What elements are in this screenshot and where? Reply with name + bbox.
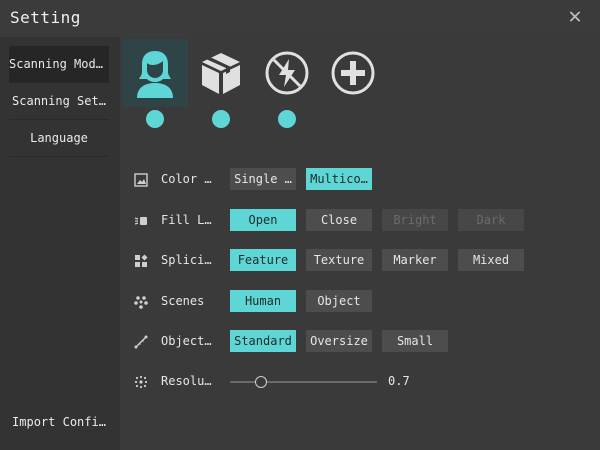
color-single-button[interactable]: Single … [230, 168, 296, 190]
resolution-slider-thumb[interactable] [255, 376, 267, 388]
fill-close-button[interactable]: Close [306, 209, 372, 231]
splice-mixed-button[interactable]: Mixed [458, 249, 524, 271]
title-bar: Setting ✕ [0, 0, 600, 37]
close-icon[interactable]: ✕ [564, 6, 586, 28]
splice-label: Splici… [161, 253, 212, 267]
scenes-human-button[interactable]: Human [230, 290, 296, 312]
person-icon [137, 51, 173, 98]
color-label: Color … [161, 172, 212, 186]
splice-feature-button[interactable]: Feature [230, 249, 296, 271]
splice-icon [135, 254, 148, 267]
fill-bright-button: Bright [382, 209, 448, 231]
mode-no-flash[interactable] [254, 39, 320, 107]
mode-object[interactable] [188, 39, 254, 107]
resolution-value: 0.7 [388, 374, 410, 388]
settings-panel: Color … Single … Multico… Fill L… Open C… [120, 37, 600, 450]
object-oversize-button[interactable]: Oversize [306, 330, 372, 352]
sidebar-item-scanning-model[interactable]: Scanning Model [9, 46, 109, 83]
mode-indicator-dot [212, 110, 230, 128]
object-label: Object… [161, 334, 212, 348]
fill-light-icon [134, 217, 147, 225]
no-flash-icon [265, 51, 309, 95]
object-small-button[interactable]: Small [382, 330, 448, 352]
window-title: Setting [10, 8, 81, 27]
image-icon [134, 173, 148, 187]
sidebar-item-language[interactable]: Language [9, 120, 109, 157]
sidebar-item-scanning-settings[interactable]: Scanning Set… [9, 83, 109, 120]
scenes-label: Scenes [161, 294, 205, 308]
fill-dark-button: Dark [458, 209, 524, 231]
resolution-label: Resolu… [161, 374, 212, 388]
mode-add[interactable] [320, 39, 386, 107]
fill-open-button[interactable]: Open [230, 209, 296, 231]
splice-marker-button[interactable]: Marker [382, 249, 448, 271]
mode-indicator-dot [278, 110, 296, 128]
import-config-button[interactable]: Import Confi… [9, 404, 109, 440]
mode-indicator-dot [146, 110, 164, 128]
scenes-icon [134, 296, 148, 309]
object-standard-button[interactable]: Standard [230, 330, 296, 352]
sidebar: Scanning Model Scanning Set… Language Im… [0, 37, 120, 450]
splice-texture-button[interactable]: Texture [306, 249, 372, 271]
box-icon [202, 53, 240, 94]
mode-human[interactable] [122, 39, 188, 107]
fill-light-label: Fill L… [161, 213, 212, 227]
ruler-icon [134, 335, 148, 349]
color-multicolor-button[interactable]: Multico… [306, 168, 372, 190]
resolution-slider-track[interactable] [230, 381, 377, 383]
add-circle-icon [331, 51, 375, 95]
resolution-icon [134, 375, 148, 389]
scenes-object-button[interactable]: Object [306, 290, 372, 312]
